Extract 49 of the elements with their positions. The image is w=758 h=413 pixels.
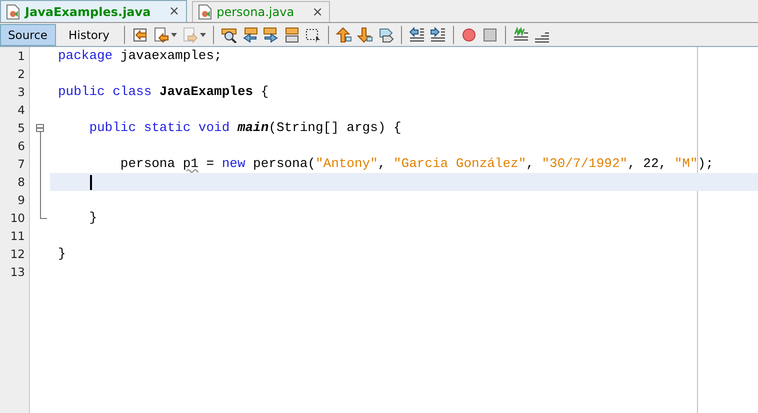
line-number: 2 [16, 66, 26, 83]
tab-label: JavaExamples.java [25, 4, 151, 18]
line-number: 4 [16, 102, 26, 119]
code-line: } [58, 246, 66, 261]
line-number: 13 [9, 264, 26, 281]
fold-toggle[interactable] [36, 124, 44, 132]
line-number: 10 [9, 210, 26, 227]
find-previous-icon[interactable] [242, 26, 258, 42]
line-number: 7 [16, 156, 26, 173]
file-tab[interactable]: JavaExamples.java × [0, 0, 187, 22]
dropdown-caret-icon[interactable] [171, 32, 178, 36]
code-line: } [88, 210, 98, 225]
search-icon[interactable] [221, 26, 238, 42]
arrow-up-icon[interactable] [336, 26, 352, 42]
line-number: 5 [16, 120, 26, 137]
find-next-icon[interactable] [263, 26, 280, 42]
line-number: 11 [9, 228, 26, 245]
java-file-icon [196, 4, 213, 20]
close-button[interactable]: × [312, 4, 323, 20]
view-toggle-button[interactable]: Source [0, 24, 56, 46]
arrow-down-icon[interactable] [357, 26, 374, 42]
line-number: 8 [16, 174, 26, 191]
minus-icon [37, 125, 43, 131]
code-line: package javaexamples; [58, 48, 222, 63]
code-line: public static void main(String[] args) { [88, 120, 402, 135]
highlight-icon[interactable] [284, 26, 300, 42]
view-toggle-button[interactable]: History [60, 24, 118, 46]
back-icon[interactable] [153, 26, 170, 42]
file-tab[interactable]: persona.java × [192, 1, 330, 22]
line-number: 6 [16, 138, 26, 155]
last-edit-icon[interactable] [132, 26, 148, 42]
line-number: 3 [16, 84, 26, 101]
rectangle-selection-icon[interactable] [305, 26, 322, 42]
tab-label: persona.java [216, 5, 294, 19]
shift-left-icon[interactable] [409, 26, 426, 42]
line-number: 12 [9, 246, 26, 263]
shift-right-icon[interactable] [430, 26, 446, 42]
line-number: 1 [16, 48, 26, 65]
java-file-icon [5, 4, 21, 20]
code-line: persona p1 = new persona("Antony", "Garcia González", "30/7/1992", 22, "M"); [119, 156, 714, 171]
close-button[interactable]: × [168, 4, 180, 19]
stop-icon[interactable] [482, 26, 498, 42]
dropdown-caret-icon[interactable] [200, 32, 206, 36]
text-cursor [90, 175, 92, 190]
comment-icon[interactable] [513, 26, 530, 42]
record-icon[interactable] [461, 26, 478, 42]
bookmark-icon[interactable] [378, 26, 394, 42]
line-number: 9 [16, 192, 26, 209]
code-line: public class JavaExamples { [58, 84, 269, 99]
